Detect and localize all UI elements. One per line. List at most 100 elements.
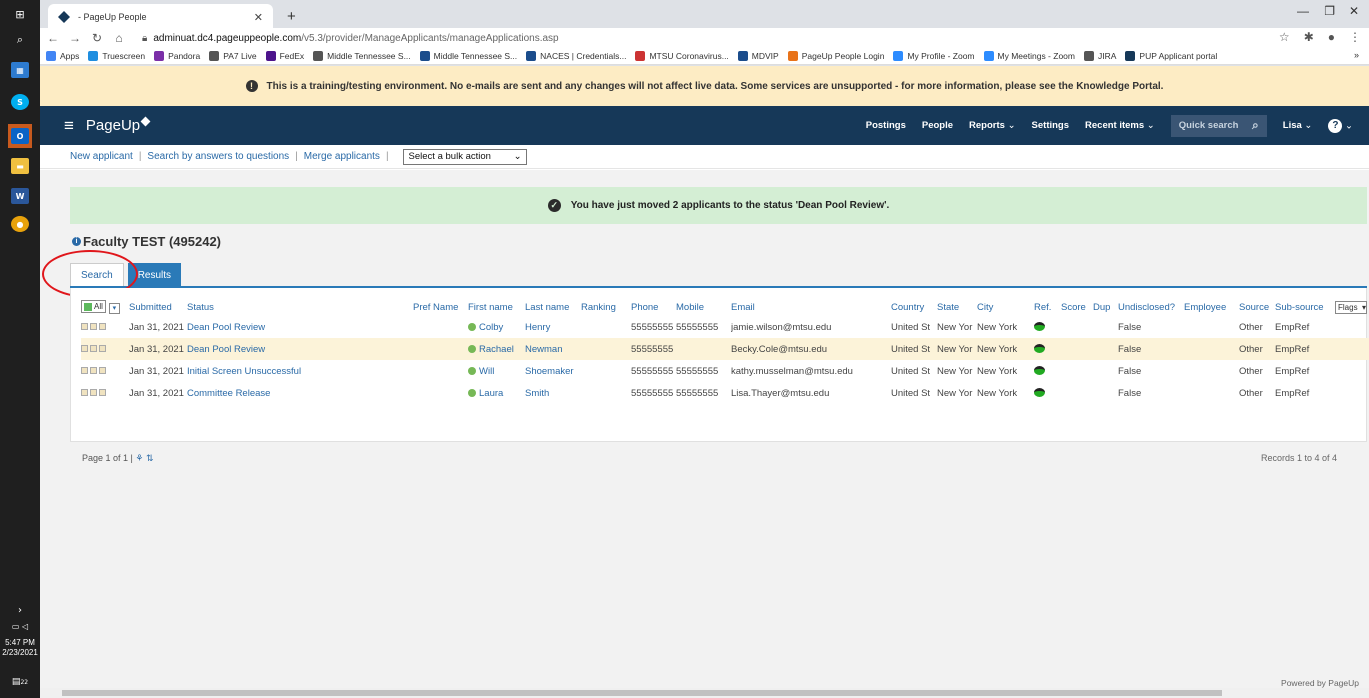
skype-icon[interactable]: S — [8, 92, 32, 112]
reload-icon[interactable]: ↻ — [88, 31, 106, 45]
reference-icon[interactable] — [1034, 388, 1045, 398]
chrome-icon[interactable]: ● — [8, 214, 32, 234]
bookmark-item[interactable]: MTSU Coronavirus... — [635, 51, 729, 61]
column-header[interactable]: Pref Name — [413, 298, 468, 316]
column-header[interactable]: Submitted — [129, 298, 187, 316]
row-checkboxes[interactable] — [81, 323, 106, 331]
column-header[interactable]: Status — [187, 298, 413, 316]
sort-icon[interactable]: ⇅ — [146, 453, 154, 463]
new-applicant-link[interactable]: New applicant — [70, 151, 133, 162]
select-all-checkbox[interactable]: All — [81, 300, 106, 314]
column-header[interactable]: Email — [731, 298, 891, 316]
table-cell[interactable]: Henry — [525, 316, 581, 338]
export-icon[interactable]: ⚘ — [135, 453, 143, 463]
table-row[interactable]: Jan 31, 2021 Initial Screen Unsuccessful W… — [81, 360, 1369, 382]
table-row[interactable]: Jan 31, 2021 Dean Pool Review Rachael Newma… — [81, 338, 1369, 360]
new-tab-button[interactable]: + — [287, 8, 296, 25]
search-answers-link[interactable]: Search by answers to questions — [147, 151, 289, 162]
back-icon[interactable]: ← — [44, 31, 62, 45]
table-cell[interactable]: Smith — [525, 382, 581, 404]
word-icon[interactable]: W — [8, 186, 32, 206]
column-header[interactable]: Ref. — [1034, 298, 1061, 316]
clock-date[interactable]: 2/23/2021 — [0, 648, 40, 658]
column-header[interactable]: Sub-source — [1275, 298, 1335, 316]
user-menu[interactable]: Lisa ⌄ — [1283, 120, 1313, 131]
horizontal-scrollbar[interactable] — [40, 688, 1369, 698]
network-volume-icon[interactable]: ▭ ◁ — [8, 616, 32, 636]
forward-icon[interactable]: → — [66, 31, 84, 45]
column-header[interactable]: Phone — [631, 298, 676, 316]
nav-settings[interactable]: Settings — [1032, 120, 1069, 131]
row-checkboxes[interactable] — [81, 345, 106, 353]
nav-people[interactable]: People — [922, 120, 953, 131]
windows-start-icon[interactable]: ⊞ — [8, 4, 32, 24]
restore-icon[interactable]: ❐ — [1324, 4, 1335, 18]
browser-tab[interactable]: - PageUp People ✕ — [48, 4, 273, 30]
table-cell[interactable]: Newman — [525, 338, 581, 360]
bookmark-item[interactable]: Pandora — [154, 51, 200, 61]
row-checkboxes[interactable] — [81, 389, 106, 397]
info-icon[interactable]: i — [72, 237, 81, 246]
bookmark-item[interactable]: JIRA — [1083, 51, 1116, 61]
table-cell[interactable]: Committee Release — [187, 382, 413, 404]
column-header[interactable]: Employee — [1184, 298, 1239, 316]
hamburger-menu-icon[interactable]: ≡ — [64, 116, 74, 136]
bookmark-item[interactable]: MDVIP — [737, 51, 779, 61]
file-explorer-icon[interactable]: ▬ — [8, 156, 32, 176]
column-header[interactable]: Undisclosed? — [1118, 298, 1184, 316]
row-checkboxes[interactable] — [81, 367, 106, 375]
outlook-icon[interactable]: O — [8, 124, 32, 148]
bookmark-item[interactable]: NACES | Credentials... — [526, 51, 626, 61]
merge-applicants-link[interactable]: Merge applicants — [304, 151, 380, 162]
table-row[interactable]: Jan 31, 2021 Dean Pool Review Colby Henry 55… — [81, 316, 1369, 338]
column-header[interactable]: Dup — [1093, 298, 1118, 316]
column-header[interactable]: Country — [891, 298, 937, 316]
close-tab-icon[interactable]: ✕ — [254, 11, 263, 24]
bookmark-item[interactable]: Middle Tennessee S... — [313, 51, 411, 61]
menu-icon[interactable]: ⋮ — [1349, 30, 1361, 44]
reference-icon[interactable] — [1034, 366, 1045, 376]
table-cell[interactable]: Will — [468, 360, 525, 382]
bookmark-item[interactable]: Middle Tennessee S... — [419, 51, 517, 61]
help-menu[interactable]: ? ⌄ — [1328, 118, 1353, 133]
table-row[interactable]: Jan 31, 2021 Committee Release Laura Smith 5… — [81, 382, 1369, 404]
minimize-icon[interactable]: — — [1297, 4, 1309, 18]
column-header[interactable]: First name — [468, 298, 525, 316]
bookmarks-more-icon[interactable]: » — [1354, 50, 1359, 60]
app-icon[interactable]: ▦ — [8, 60, 32, 80]
table-cell[interactable]: Initial Screen Unsuccessful — [187, 360, 413, 382]
nav-postings[interactable]: Postings — [866, 120, 906, 131]
home-icon[interactable]: ⌂ — [110, 31, 128, 45]
notification-icon[interactable]: ▤ 22 — [8, 672, 32, 692]
bulk-action-select[interactable]: Select a bulk action ⌄ — [402, 148, 527, 165]
table-cell[interactable]: Dean Pool Review — [187, 316, 413, 338]
bookmark-item[interactable]: FedEx — [265, 51, 304, 61]
bookmark-item[interactable]: PageUp People Login — [787, 51, 884, 61]
column-header[interactable]: Mobile — [676, 298, 731, 316]
table-cell[interactable]: Dean Pool Review — [187, 338, 413, 360]
column-header[interactable]: State — [937, 298, 977, 316]
reference-icon[interactable] — [1034, 322, 1045, 332]
table-cell[interactable]: Rachael — [468, 338, 525, 360]
bookmark-item[interactable]: Apps — [46, 51, 79, 61]
bookmark-item[interactable]: My Meetings - Zoom — [983, 51, 1075, 61]
bookmark-item[interactable]: PUP Applicant portal — [1125, 51, 1217, 61]
table-cell[interactable]: Colby — [468, 316, 525, 338]
star-icon[interactable]: ☆ — [1279, 30, 1290, 44]
reference-icon[interactable] — [1034, 344, 1045, 354]
column-header[interactable]: Source — [1239, 298, 1275, 316]
bookmark-item[interactable]: PA7 Live — [209, 51, 257, 61]
close-window-icon[interactable]: ✕ — [1349, 4, 1359, 18]
pageup-logo[interactable]: PageUp — [86, 116, 151, 134]
search-icon[interactable]: ⌕ — [8, 30, 32, 50]
quick-search-input[interactable]: Quick search ⌕ — [1170, 114, 1267, 137]
column-header[interactable]: Score — [1061, 298, 1093, 316]
chevron-down-icon[interactable]: ▾ — [108, 302, 120, 314]
bookmark-item[interactable]: Truescreen — [88, 51, 145, 61]
column-header[interactable]: Ranking — [581, 298, 631, 316]
nav-reports[interactable]: Reports ⌄ — [969, 120, 1016, 131]
table-cell[interactable]: Shoemaker — [525, 360, 581, 382]
clock-time[interactable]: 5:47 PM — [0, 638, 40, 648]
column-header[interactable]: Last name — [525, 298, 581, 316]
table-cell[interactable]: Laura — [468, 382, 525, 404]
